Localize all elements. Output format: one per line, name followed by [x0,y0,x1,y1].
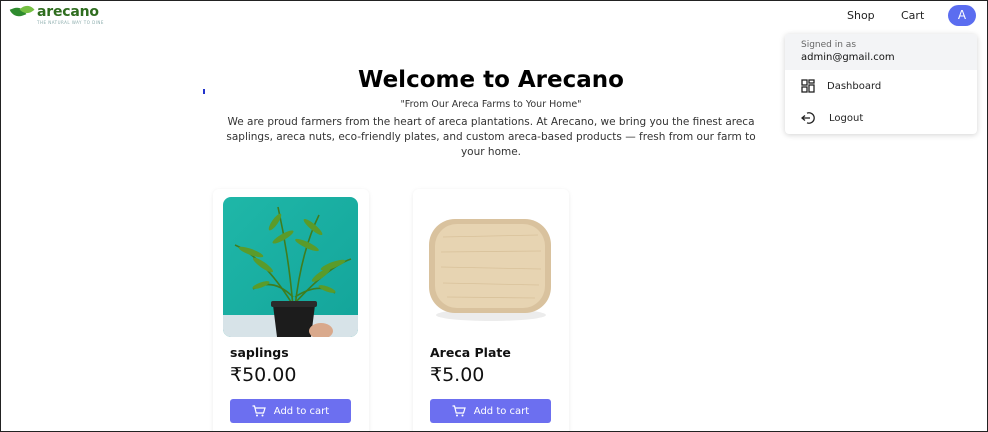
signed-in-label: Signed in as [801,40,857,50]
product-name: Areca Plate [430,345,511,360]
product-image-areca-plate[interactable] [423,197,558,337]
product-name: saplings [230,345,289,360]
cart-icon [252,405,266,417]
logout-icon [801,112,815,124]
hero-description: We are proud farmers from the heart of a… [226,116,756,158]
brand-logo[interactable]: arecano THE NATURAL WAY TO DINE [9,2,104,25]
app-frame: arecano THE NATURAL WAY TO DINE Shop Car… [0,0,988,432]
user-avatar-button[interactable]: A [948,5,976,26]
add-to-cart-button[interactable]: Add to cart [230,399,351,423]
menu-item-logout[interactable]: Logout [801,111,863,125]
nav-shop-link[interactable]: Shop [847,9,875,22]
hero-tagline: "From Our Areca Farms to Your Home" [400,99,582,110]
add-to-cart-label: Add to cart [273,405,330,417]
account-info: Signed in as admin@gmail.com [785,34,977,70]
leaf-icon [9,2,35,21]
cart-icon [452,405,466,417]
product-card: saplings ₹50.00 Add to cart [213,189,369,431]
signed-in-email: admin@gmail.com [801,52,895,63]
product-card: Areca Plate ₹5.00 Add to cart [413,189,569,431]
add-to-cart-label: Add to cart [473,405,530,417]
brand-name: arecano [37,4,99,20]
add-to-cart-button[interactable]: Add to cart [430,399,551,423]
product-price: ₹50.00 [230,364,297,386]
menu-item-label: Logout [829,112,864,124]
navbar: arecano THE NATURAL WAY TO DINE Shop Car… [1,1,987,31]
product-price: ₹5.00 [430,364,485,386]
page-title: Welcome to Arecano [358,67,624,93]
nav-cart-link[interactable]: Cart [901,9,924,22]
brand-tagline: THE NATURAL WAY TO DINE [37,20,104,25]
product-image-sapling[interactable] [223,197,358,337]
